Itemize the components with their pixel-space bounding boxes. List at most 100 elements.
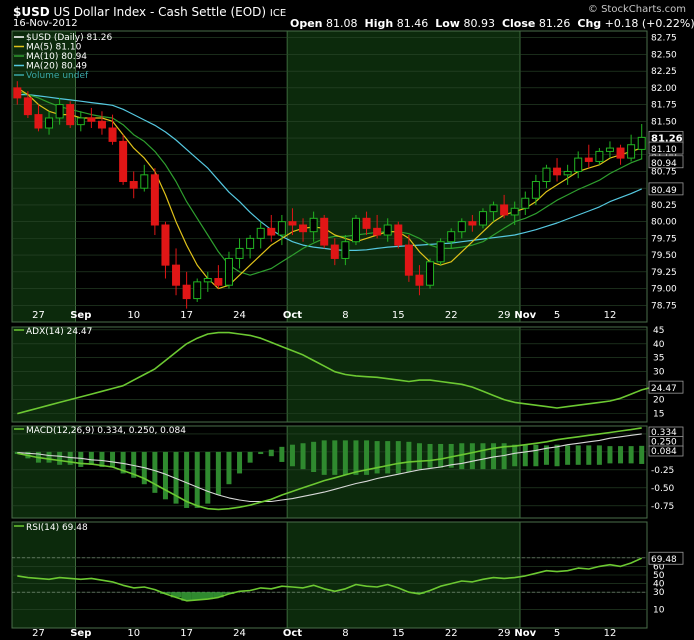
macd-histogram-bar [480,443,486,470]
price-ytick-label: 82.50 [651,50,677,60]
price-x-label: Oct [283,310,302,321]
candle-body [362,217,371,229]
bottom-x-label: 22 [445,628,458,639]
price-value-tag-label: 80.49 [651,186,677,196]
macd-ytick-label: -0.25 [651,466,674,476]
price-legend-item: MA(10) 80.94 [26,52,87,62]
adx-value-tag-label: 24.47 [651,384,677,394]
macd-histogram-bar [300,443,306,470]
candle-body [224,257,233,286]
price-legend-item: Volume undef [26,71,89,81]
candle-body [235,247,244,259]
candle-body [383,224,392,236]
macd-histogram-bar [628,446,634,464]
macd-histogram-bar [575,445,581,465]
candle-body [246,237,255,249]
macd-ytick-label: -0.50 [651,484,675,494]
candle-body [267,227,276,236]
candle-body [426,261,435,286]
price-ytick-label: 82.25 [651,67,677,77]
rsi-legend: RSI(14) 69.48 [26,523,88,533]
macd-histogram-bar [258,451,264,455]
adx-ytick-label: 20 [653,396,665,406]
candle-body [468,221,477,226]
macd-histogram-bar [289,444,295,467]
macd-histogram-bar [342,440,348,475]
price-ytick-label: 80.00 [651,218,677,228]
price-legend-item: $USD (Daily) 81.26 [26,33,113,43]
bottom-x-label: Sep [70,628,91,639]
price-legend-item: MA(5) 81.10 [26,43,82,53]
candle-body [55,104,64,119]
adx-ytick-label: 35 [653,354,664,364]
candle-body [203,278,212,283]
candle-body [415,274,424,286]
price-ytick-label: 78.75 [651,301,677,311]
macd-histogram-bar [512,444,518,467]
macd-histogram-bar [522,444,528,467]
candle-body [404,244,413,276]
macd-histogram-bar [416,443,422,470]
macd-histogram-bar [311,441,317,472]
candle-body [161,224,170,266]
bottom-x-label: 10 [127,628,140,639]
candle-body [34,114,43,129]
price-value-tag-label: 80.94 [651,159,677,169]
price-x-label: 17 [180,310,193,321]
candle-body [563,170,572,176]
price-ytick-label: 79.75 [651,234,677,244]
macd-histogram-bar [279,446,285,462]
price-ytick-label: 81.75 [651,101,677,111]
candle-body [489,204,498,213]
candle-body [256,227,265,239]
price-x-label: 12 [604,310,617,321]
rsi-value-tag-label: 69.48 [651,555,677,565]
candle-body [584,157,593,162]
bottom-x-label: 15 [392,628,405,639]
macd-value-tag-label: 0.084 [651,447,677,457]
macd-histogram-bar [565,445,571,465]
candle-body [140,174,149,189]
candle-body [277,221,286,236]
candle-body [66,104,75,126]
price-ytick-label: 79.50 [651,251,677,261]
price-ytick-label: 79.25 [651,268,677,278]
macd-histogram-bar [639,445,645,464]
price-x-label: 10 [127,310,140,321]
rsi-ytick-label: 30 [653,588,665,598]
bottom-x-label: 17 [180,628,193,639]
price-x-label: 22 [445,310,458,321]
macd-histogram-bar [607,446,613,464]
candle-body [595,150,604,162]
macd-histogram-bar [162,451,168,500]
macd-ytick-label: -0.75 [651,502,674,512]
macd-histogram-bar [332,440,338,475]
bottom-x-label: Nov [514,628,536,639]
macd-histogram-bar [321,440,327,475]
month-shade [287,31,520,322]
candle-body [23,97,32,116]
month-shade [12,327,76,422]
price-legend-item: MA(20) 80.49 [26,62,87,72]
price-ytick-label: 80.25 [651,201,677,211]
candle-body [627,144,636,159]
candle-body [447,231,456,243]
price-value-tag-label: 81.10 [651,145,677,155]
macd-histogram-bar [152,451,158,493]
price-ytick-label: 80.75 [651,167,677,177]
bottom-x-label: 27 [32,628,45,639]
macd-histogram-bar [194,451,200,508]
candle-body [76,117,85,126]
candle-body [150,174,159,226]
candle-body [172,264,181,286]
bottom-x-label: 8 [342,628,348,639]
price-ytick-label: 82.00 [651,84,677,94]
adx-ytick-label: 40 [653,340,665,350]
macd-histogram-bar [226,451,232,485]
candle-body [182,284,191,300]
candle-body [45,117,54,129]
candle-body [288,221,297,226]
macd-histogram-bar [57,451,63,465]
chart-svg: 82.7582.5082.2582.0081.7581.5081.2581.00… [11,30,684,639]
price-x-label: Nov [514,310,536,321]
